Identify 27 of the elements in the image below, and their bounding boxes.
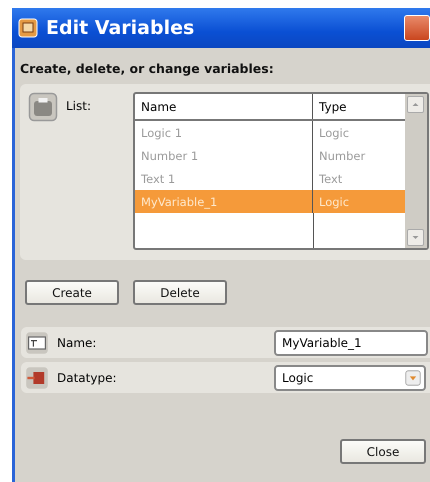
table-cell[interactable]: Number	[313, 144, 405, 167]
action-button[interactable]: Delete	[133, 280, 227, 305]
field-label: Name:	[57, 336, 98, 350]
scroll-up-icon	[407, 96, 424, 113]
instruction-text: Create, delete, or change variables:	[19, 60, 275, 78]
table-cell[interactable]: MyVariable_1	[135, 190, 313, 213]
scrollbar[interactable]	[405, 94, 427, 248]
table-cell[interactable]: Text	[313, 167, 405, 190]
table-cell[interactable]: Logic 1	[135, 121, 313, 144]
table-cell[interactable]: Logic	[313, 190, 405, 213]
scroll-down-icon	[407, 229, 424, 246]
text-field-icon	[25, 330, 49, 354]
datatype-dropdown[interactable]: Logic	[274, 364, 426, 390]
name-input[interactable]: MyVariable_1	[274, 330, 428, 356]
datatype-icon	[25, 366, 49, 390]
caret-icon	[405, 370, 421, 386]
window-icon	[18, 18, 38, 38]
column-header: Type	[318, 98, 348, 116]
list-label: List:	[66, 98, 92, 113]
close-button[interactable]: Close	[340, 439, 426, 464]
window-title: Edit Variables	[46, 17, 194, 39]
action-button[interactable]: Create	[25, 280, 119, 305]
field-label: Datatype:	[57, 370, 118, 384]
table-cell[interactable]: Logic	[313, 121, 405, 144]
column-header: Name	[135, 94, 313, 119]
table-cell[interactable]: Number 1	[135, 144, 313, 167]
list-icon	[28, 92, 58, 122]
